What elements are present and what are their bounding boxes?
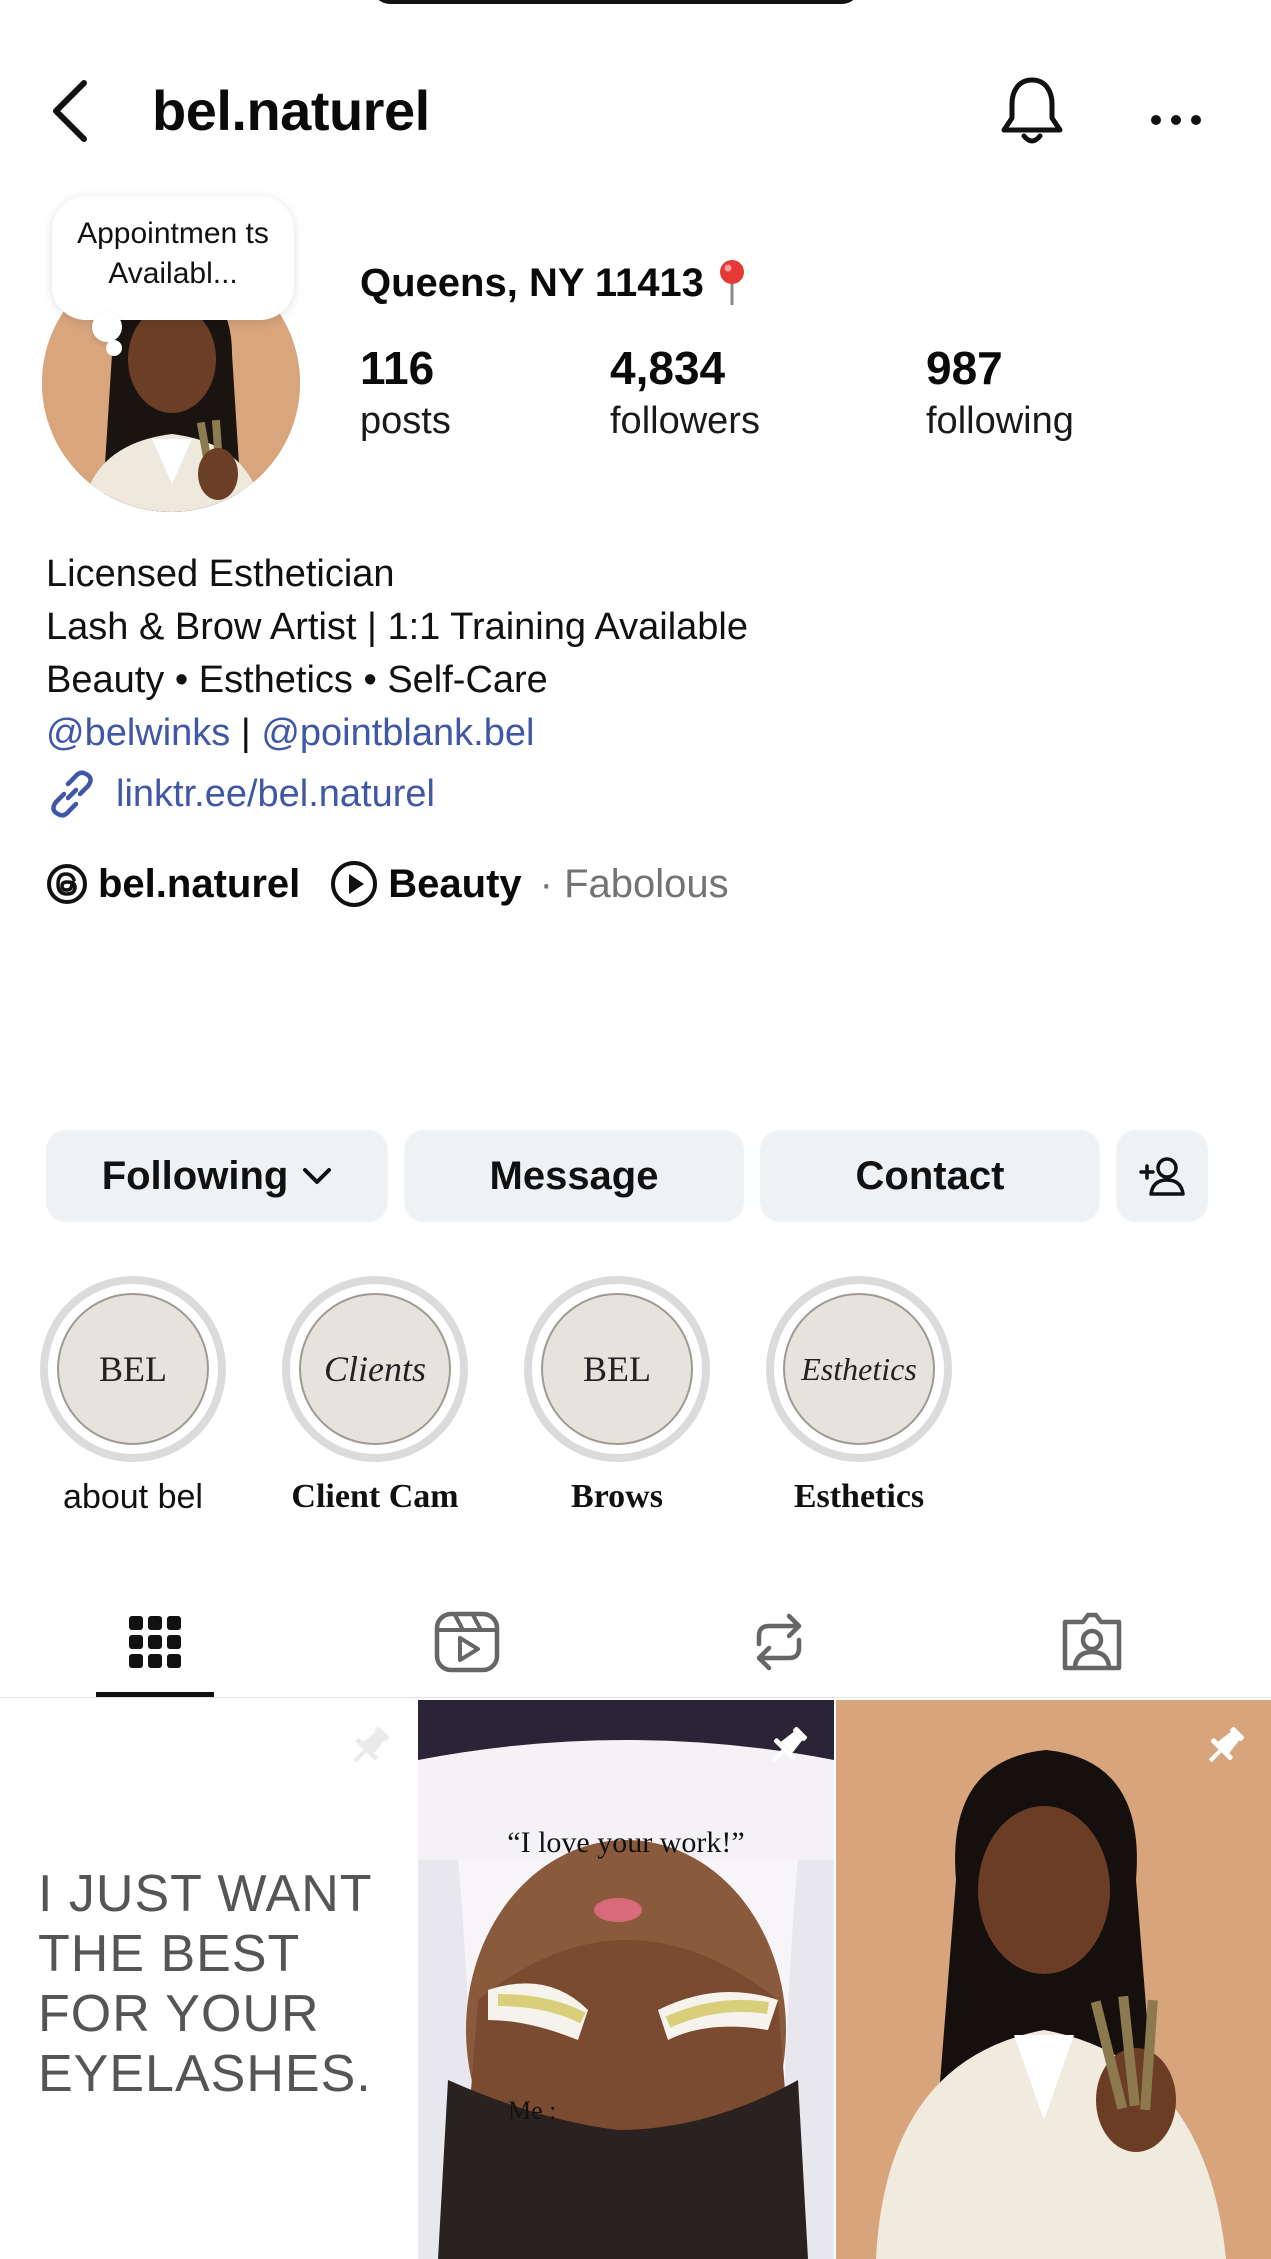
back-chevron-icon: [53, 80, 87, 142]
map-pin-icon: [719, 260, 744, 305]
category-label: Beauty: [388, 861, 522, 906]
highlight-client-cam[interactable]: Clients Client Cam: [282, 1276, 468, 1517]
note-bubble-tail: [92, 312, 122, 342]
pin-icon: [1208, 1727, 1244, 1763]
location-text: Queens, NY 11413: [360, 261, 704, 305]
tagged-icon: [1062, 1612, 1122, 1671]
following-button[interactable]: Following: [46, 1130, 388, 1222]
mention-pointblank[interactable]: @pointblank.bel: [261, 712, 534, 754]
following-label: Following: [101, 1153, 289, 1198]
category-badge[interactable]: Beauty · Fabolous: [330, 860, 729, 908]
tab-reels[interactable]: [407, 1586, 527, 1698]
stat-followers-label: followers: [610, 400, 760, 442]
highlight-label: about bel: [63, 1478, 203, 1516]
post-text: I JUST WANT THE BEST FOR YOUR EYELASHES.: [38, 1865, 372, 2103]
highlight-label: Esthetics: [793, 1478, 925, 1515]
bio-link[interactable]: linktr.ee/bel.naturel: [46, 768, 435, 820]
highlight-about-bel[interactable]: BEL about bel: [40, 1276, 226, 1517]
active-tab-indicator: [96, 1692, 214, 1697]
bio-line-services: Lash & Brow Artist | 1:1 Training Availa…: [46, 606, 748, 648]
contact-label: Contact: [855, 1153, 1005, 1198]
more-options-icon: [1151, 115, 1201, 125]
bio-line-title: Licensed Esthetician: [46, 553, 395, 595]
highlight-ring: BEL: [524, 1276, 710, 1462]
threads-icon: [47, 864, 87, 904]
tab-tagged[interactable]: [1032, 1586, 1152, 1698]
play-circle-icon: [331, 861, 378, 907]
stat-posts-label: posts: [360, 400, 451, 442]
contact-button[interactable]: Contact: [760, 1130, 1100, 1222]
mention-belwinks[interactable]: @belwinks: [46, 712, 230, 754]
more-options-button[interactable]: [1140, 72, 1212, 148]
profile-location: Queens, NY 11413: [360, 256, 746, 310]
profile-note[interactable]: Appointmen ts Availabl...: [52, 196, 294, 320]
threads-handle: bel.naturel: [98, 861, 301, 906]
threads-badge[interactable]: bel.naturel: [46, 862, 300, 907]
bell-icon: [1001, 77, 1063, 144]
back-button[interactable]: [50, 76, 110, 146]
bio-link-text: linktr.ee/bel.naturel: [116, 772, 435, 815]
stat-posts[interactable]: 116 posts: [360, 340, 451, 446]
post-photo-portrait: [836, 1700, 1271, 2259]
highlight-ring: BEL: [40, 1276, 226, 1462]
bio-mentions: @belwinks | @pointblank.bel: [46, 707, 748, 760]
highlight-cover: Esthetics: [783, 1293, 935, 1445]
highlight-ring: Esthetics: [766, 1276, 952, 1462]
highlight-esthetics[interactable]: Esthetics Esthetics: [766, 1276, 952, 1517]
highlight-brows[interactable]: BEL Brows: [524, 1276, 710, 1517]
add-person-icon: [1139, 1157, 1185, 1196]
post-tile[interactable]: I JUST WANT THE BEST FOR YOUR EYELASHES.: [0, 1700, 416, 2259]
category-sublabel: · Fabolous: [539, 861, 729, 906]
message-label: Message: [489, 1153, 659, 1198]
profile-tabs: [0, 1586, 1271, 1698]
post-caption-top: “I love your work!”: [507, 1826, 745, 1859]
post-photo-lash-client: [418, 1700, 834, 2259]
stat-followers[interactable]: 4,834 followers: [610, 340, 760, 446]
profile-header: bel.naturel: [0, 58, 1271, 158]
story-highlights: BEL about bel Clients Client Cam BEL Bro…: [40, 1276, 952, 1517]
post-tile[interactable]: “I love your work!” Me :: [418, 1700, 834, 2259]
highlight-label: Client Cam: [291, 1478, 459, 1515]
stat-following-value: 987: [926, 342, 1003, 394]
post-tile[interactable]: [836, 1700, 1271, 2259]
bio-line-tags: Beauty • Esthetics • Self-Care: [46, 659, 548, 701]
profile-username: bel.naturel: [152, 79, 430, 142]
mention-separator: |: [230, 712, 262, 754]
stat-following[interactable]: 987 following: [926, 340, 1074, 446]
stat-following-label: following: [926, 400, 1074, 442]
grid-icon: [129, 1616, 181, 1668]
posts-grid: I JUST WANT THE BEST FOR YOUR EYELASHES.…: [0, 1700, 1271, 2259]
profile-actions: Following Message Contact: [46, 1130, 1208, 1222]
notifications-button[interactable]: [996, 72, 1068, 148]
tab-reposts[interactable]: [719, 1586, 839, 1698]
highlight-cover: BEL: [57, 1293, 209, 1445]
profile-bio: Licensed Esthetician Lash & Brow Artist …: [46, 548, 748, 760]
highlight-ring: Clients: [282, 1276, 468, 1462]
profile-badges: bel.naturel Beauty · Fabolous: [46, 860, 759, 908]
pin-icon: [771, 1727, 807, 1763]
stat-posts-value: 116: [360, 342, 435, 394]
highlight-label: Brows: [571, 1478, 663, 1515]
device-notch: [372, 0, 860, 4]
tab-grid[interactable]: [95, 1586, 215, 1698]
highlight-cover: Clients: [299, 1293, 451, 1445]
highlight-cover: BEL: [541, 1293, 693, 1445]
chevron-down-icon: [303, 1168, 332, 1184]
suggested-people-button[interactable]: [1116, 1130, 1208, 1222]
post-caption-bottom: Me :: [508, 2096, 557, 2125]
stat-followers-value: 4,834: [610, 342, 726, 394]
note-bubble-tail-small: [106, 340, 122, 356]
reels-icon: [434, 1611, 500, 1673]
reposts-icon: [756, 1613, 802, 1671]
message-button[interactable]: Message: [404, 1130, 744, 1222]
pin-icon: [353, 1727, 389, 1763]
link-icon: [51, 770, 93, 818]
